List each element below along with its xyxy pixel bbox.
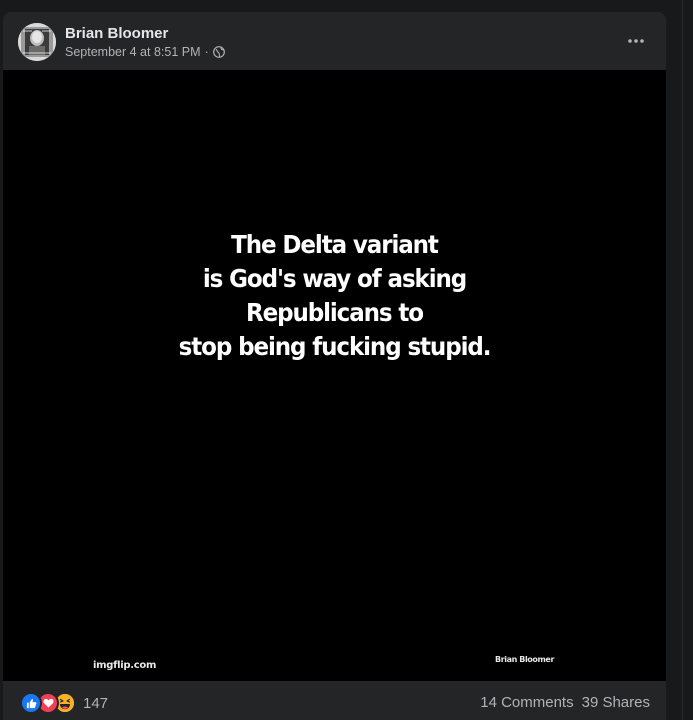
post-meta: September 4 at 8:51 PM ·: [65, 45, 225, 59]
like-icon: [20, 692, 42, 714]
meta-separator: ·: [204, 45, 209, 59]
author-watermark: Brian Bloomer: [495, 655, 555, 664]
meme-line: stop being fucking stupid.: [178, 332, 492, 361]
more-options-button[interactable]: [620, 28, 652, 54]
post-image[interactable]: The Delta variant is God's way of asking…: [3, 70, 666, 681]
meme-line: The Delta variant: [231, 230, 439, 259]
globe-icon: [212, 46, 225, 58]
more-options-icon: [628, 39, 644, 43]
post-footer: 147 14 Comments 39 Shares: [3, 681, 666, 720]
post-card: Brian Bloomer September 4 at 8:51 PM · T…: [3, 12, 666, 720]
post-timestamp[interactable]: September 4 at 8:51 PM: [65, 45, 201, 59]
meme-line: is God's way of asking: [202, 264, 467, 293]
scroll-gutter: [682, 0, 693, 720]
post-header: Brian Bloomer September 4 at 8:51 PM ·: [3, 12, 666, 70]
feed-page: Brian Bloomer September 4 at 8:51 PM · T…: [0, 0, 693, 720]
meme-line: Republicans to: [246, 298, 424, 327]
imgflip-watermark: imgflip.com: [93, 660, 157, 671]
reaction-count: 147: [83, 694, 109, 712]
comments-count-link[interactable]: 14 Comments: [480, 694, 573, 711]
avatar[interactable]: [18, 23, 56, 61]
post-author-name[interactable]: Brian Bloomer: [65, 25, 168, 42]
reactions-summary[interactable]: 147: [20, 692, 108, 714]
shares-count-link[interactable]: 39 Shares: [582, 694, 650, 711]
meme-text: The Delta variant is God's way of asking…: [30, 228, 640, 364]
engagement-stats: 14 Comments 39 Shares: [480, 694, 650, 711]
